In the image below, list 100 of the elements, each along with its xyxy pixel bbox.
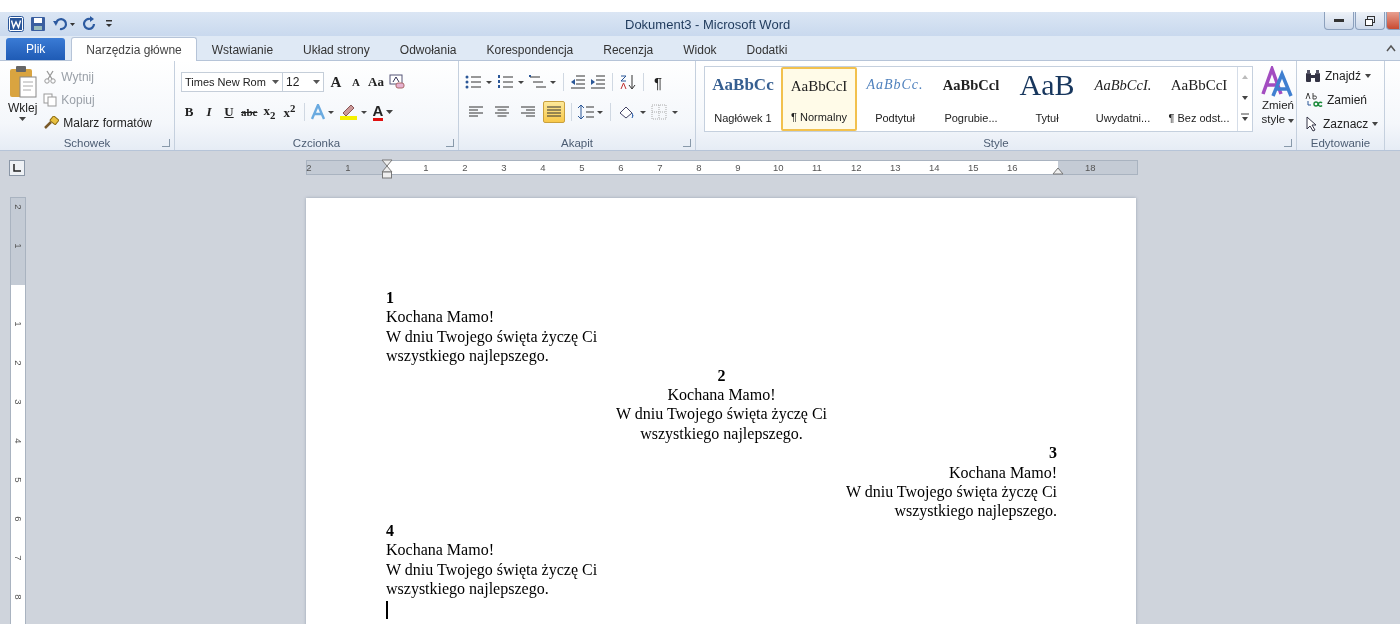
paragraph-number: 2: [717, 365, 726, 386]
ruler-number: 6: [12, 515, 24, 524]
shading-icon[interactable]: [617, 104, 647, 120]
bullets-icon[interactable]: [465, 74, 493, 90]
dialog-launcher-icon[interactable]: [683, 139, 691, 147]
text-line: Kochana Mamo!: [949, 462, 1057, 483]
paste-button[interactable]: Wklej: [6, 65, 40, 133]
ruler-number: 10: [773, 161, 781, 174]
ruler-number: 9: [734, 161, 742, 174]
ribbon-tab[interactable]: Narzędzia główne: [71, 37, 197, 61]
undo-icon[interactable]: [52, 16, 76, 32]
font-name-field[interactable]: Times New Rom: [181, 72, 283, 92]
collapse-ribbon-icon[interactable]: [1386, 44, 1396, 52]
text-line: wszystkiego najlepszego.: [386, 346, 549, 366]
format-button[interactable]: B: [181, 102, 197, 122]
minimize-button[interactable]: [1324, 12, 1354, 30]
caret-icon: [313, 80, 320, 84]
text-line: W dniu Twojego święta życzę Ci: [615, 404, 828, 424]
style-item[interactable]: AaBbCcI ¶ Normalny: [781, 67, 857, 131]
select-button[interactable]: Zaznacz: [1305, 113, 1380, 135]
group-label: Schowek: [63, 136, 111, 149]
dialog-launcher-icon[interactable]: [1284, 139, 1292, 147]
ruler-number: 14: [929, 161, 937, 174]
highlighter-icon[interactable]: [338, 104, 369, 120]
clear-formatting-icon[interactable]: [388, 74, 406, 90]
ribbon-tab[interactable]: Korespondencja: [471, 38, 589, 60]
indent-marker-icon[interactable]: [381, 159, 393, 179]
caret-icon: [272, 80, 279, 84]
right-align-icon: [521, 106, 535, 118]
ruler-number: 11: [812, 161, 820, 174]
replace-icon: [1305, 92, 1323, 108]
replace-button[interactable]: Zamień: [1305, 89, 1380, 111]
increase-indent-icon[interactable]: [590, 74, 606, 90]
change-styles-button[interactable]: Zmień style: [1261, 66, 1295, 135]
copy-icon: [43, 93, 58, 107]
dialog-launcher-icon[interactable]: [162, 139, 170, 147]
restore-icon: [1365, 15, 1375, 26]
file-tab[interactable]: Plik: [6, 38, 66, 60]
style-item[interactable]: AaB Tytuł: [1009, 67, 1085, 131]
text-line: W dniu Twojego święta życzę Ci: [386, 559, 598, 580]
style-item[interactable]: AaBbCcI. Uwydatni...: [1085, 67, 1161, 131]
format-button[interactable]: abc: [241, 102, 258, 122]
style-item[interactable]: AaBbCcI ¶ Bez odst...: [1161, 67, 1237, 131]
letters-icon: [1261, 66, 1295, 98]
format-button[interactable]: U: [221, 102, 237, 122]
font-size-field[interactable]: 12: [282, 72, 324, 92]
tab-selector-button[interactable]: [9, 160, 25, 176]
numbering-icon[interactable]: [497, 74, 525, 90]
format-button[interactable]: I: [201, 102, 217, 122]
sort-icon[interactable]: [619, 74, 637, 90]
grow-font-button[interactable]: A: [328, 72, 344, 92]
style-item[interactable]: AaBbCc Nagłówek 1: [705, 67, 781, 131]
format-painter-button[interactable]: Malarz formatów: [43, 113, 153, 133]
save-icon[interactable]: [30, 16, 46, 32]
style-item[interactable]: AaBbCcl Pogrubie...: [933, 67, 1009, 131]
font-color-button[interactable]: A: [372, 102, 394, 122]
scissors-icon: [43, 70, 58, 84]
format-button[interactable]: x$^{2}$: [281, 102, 298, 122]
change-case-button[interactable]: Aa: [368, 72, 384, 92]
ruler-number: 1: [12, 242, 24, 251]
ruler-number: 13: [890, 161, 898, 174]
text-line: Kochana Mamo!: [386, 307, 494, 327]
ruler-number: 12: [851, 161, 859, 174]
find-button[interactable]: Znajdź: [1305, 65, 1380, 87]
ruler-number: 1: [12, 320, 24, 329]
window-title: Dokument3 - Microsoft Word: [625, 17, 791, 32]
justify-align-button[interactable]: [543, 101, 565, 123]
text-effects-icon[interactable]: [310, 104, 335, 120]
ruler-number: 3: [12, 398, 24, 407]
ruler-number: 6: [617, 161, 625, 174]
text-line: wszystkiego najlepszego.: [894, 501, 1057, 521]
paintbrush-icon: [43, 116, 60, 130]
text-line: wszystkiego najlepszego.: [386, 579, 549, 599]
ribbon-tab[interactable]: Dodatki: [731, 38, 803, 60]
style-item[interactable]: AaBbCc. Podtytuł: [857, 67, 933, 131]
line-spacing-icon[interactable]: [578, 104, 604, 120]
ribbon-tab[interactable]: Recenzja: [588, 38, 669, 60]
justify-align-icon: [547, 106, 561, 118]
shrink-font-button[interactable]: A: [348, 72, 364, 92]
indent-marker-icon[interactable]: [1052, 167, 1064, 175]
ruler-number: 16: [1007, 161, 1015, 174]
ribbon-tab[interactable]: Wstawianie: [196, 38, 289, 60]
ruler-number: 2: [461, 161, 469, 174]
caret-icon: [1288, 119, 1295, 123]
decrease-indent-icon[interactable]: [570, 74, 586, 90]
show-formatting-button[interactable]: ¶: [650, 72, 666, 92]
dialog-launcher-icon[interactable]: [446, 139, 454, 147]
caret-icon: [1372, 122, 1379, 126]
ruler-number: 1: [422, 161, 430, 174]
format-button[interactable]: x$_{2}$: [261, 102, 278, 122]
ribbon-tab[interactable]: Układ strony: [288, 38, 385, 60]
paragraph-number: 1: [386, 288, 394, 308]
caret-icon: [1365, 74, 1372, 78]
binoculars-icon: [1305, 69, 1321, 83]
ribbon-tab[interactable]: Widok: [668, 38, 732, 60]
ruler-number: 5: [12, 476, 24, 485]
ribbon-tab[interactable]: Odwołania: [384, 38, 472, 60]
restore-button[interactable]: [1355, 12, 1385, 30]
multilevel-list-icon[interactable]: [529, 74, 557, 90]
redo-icon[interactable]: [82, 16, 98, 32]
